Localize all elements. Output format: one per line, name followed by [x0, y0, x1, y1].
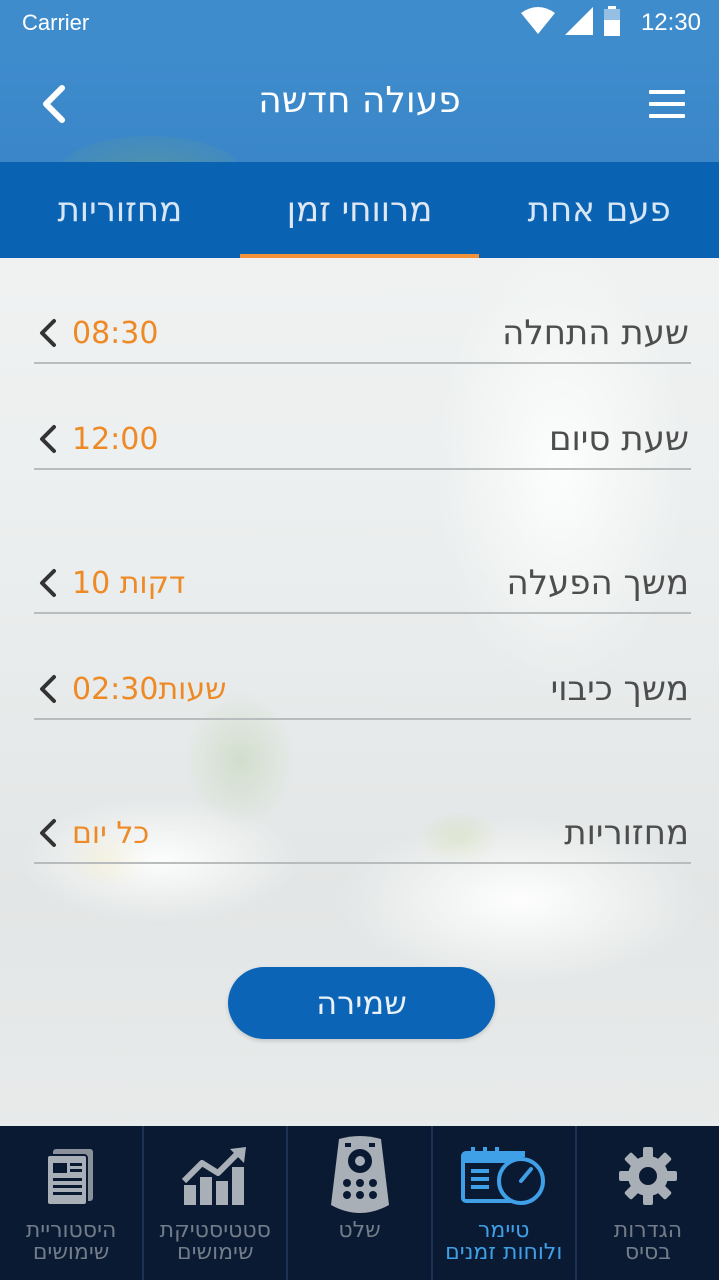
- document-history-icon: [43, 1144, 99, 1208]
- end-time-value: 12:00: [72, 421, 159, 457]
- wifi-icon: [520, 7, 555, 39]
- off-duration-row[interactable]: משך כיבוי 02:30שעות: [34, 660, 691, 720]
- recurrence-row[interactable]: מחזוריות כל יום: [34, 804, 691, 864]
- chevron-left-icon: [34, 671, 62, 707]
- gear-icon: [617, 1144, 679, 1208]
- chart-growth-icon: [180, 1144, 250, 1208]
- nav-label-basic-settings: הגדרות בסיס: [613, 1218, 683, 1265]
- save-button[interactable]: שמירה: [228, 967, 495, 1039]
- nav-item-usage-statistics[interactable]: סטטיסטיקת שימושים: [144, 1126, 289, 1280]
- end-time-row[interactable]: שעת סיום 12:00: [34, 410, 691, 470]
- chevron-left-icon: [34, 815, 62, 851]
- nav-item-remote[interactable]: שלט: [288, 1126, 433, 1280]
- status-icons: 12:30: [520, 6, 701, 40]
- nav-label-usage-statistics: סטטיסטיקת שימושים: [159, 1218, 271, 1265]
- tab-one-time[interactable]: פעם אחת: [479, 162, 719, 258]
- menu-line: [649, 90, 685, 94]
- menu-line: [649, 114, 685, 118]
- tab-recurrence[interactable]: מחזוריות: [0, 162, 240, 258]
- hamburger-menu-button[interactable]: [645, 86, 689, 122]
- recurrence-label: מחזוריות: [564, 813, 689, 853]
- on-duration-label: משך הפעלה: [506, 563, 689, 603]
- menu-line: [649, 102, 685, 106]
- chevron-left-icon: [34, 565, 62, 601]
- page-title: פעולה חדשה: [258, 80, 461, 121]
- chevron-left-icon: [34, 315, 62, 351]
- off-duration-value: 02:30שעות: [72, 671, 227, 707]
- nav-item-usage-history[interactable]: היסטוריית שימושים: [0, 1126, 145, 1280]
- calendar-timer-icon: [459, 1144, 549, 1208]
- battery-icon: [603, 6, 621, 40]
- nav-item-timer-schedules[interactable]: טיימר ולוחות זמנים: [433, 1126, 577, 1280]
- nav-label-timer-schedules: טיימר ולוחות זמנים: [445, 1218, 563, 1265]
- carrier-label: Carrier: [22, 10, 90, 35]
- status-bar: Carrier 12:30: [0, 0, 719, 46]
- off-duration-label: משך כיבוי: [550, 669, 689, 709]
- nav-label-usage-history: היסטוריית שימושים: [25, 1218, 117, 1265]
- start-time-value: 08:30: [72, 315, 159, 351]
- on-duration-row[interactable]: משך הפעלה 10 דקות: [34, 554, 691, 614]
- tab-time-intervals[interactable]: מרווחי זמן: [239, 162, 480, 258]
- tab-bar: מחזוריות מרווחי זמן פעם אחת: [0, 162, 719, 258]
- clock: 12:30: [640, 9, 701, 36]
- chevron-left-icon: [34, 421, 62, 457]
- nav-label-remote: שלט: [338, 1218, 381, 1243]
- signal-icon: [564, 7, 593, 39]
- bottom-nav: היסטוריית שימושים סטטיסטיקת שימושים שלט …: [0, 1126, 719, 1280]
- remote-control-icon: [327, 1136, 393, 1213]
- recurrence-value: כל יום: [72, 815, 150, 851]
- on-duration-value: 10 דקות: [72, 565, 186, 601]
- nav-item-basic-settings[interactable]: הגדרות בסיס: [577, 1126, 719, 1280]
- start-time-row[interactable]: שעת התחלה 08:30: [34, 304, 691, 364]
- start-time-label: שעת התחלה: [502, 313, 689, 353]
- end-time-label: שעת סיום: [548, 419, 689, 459]
